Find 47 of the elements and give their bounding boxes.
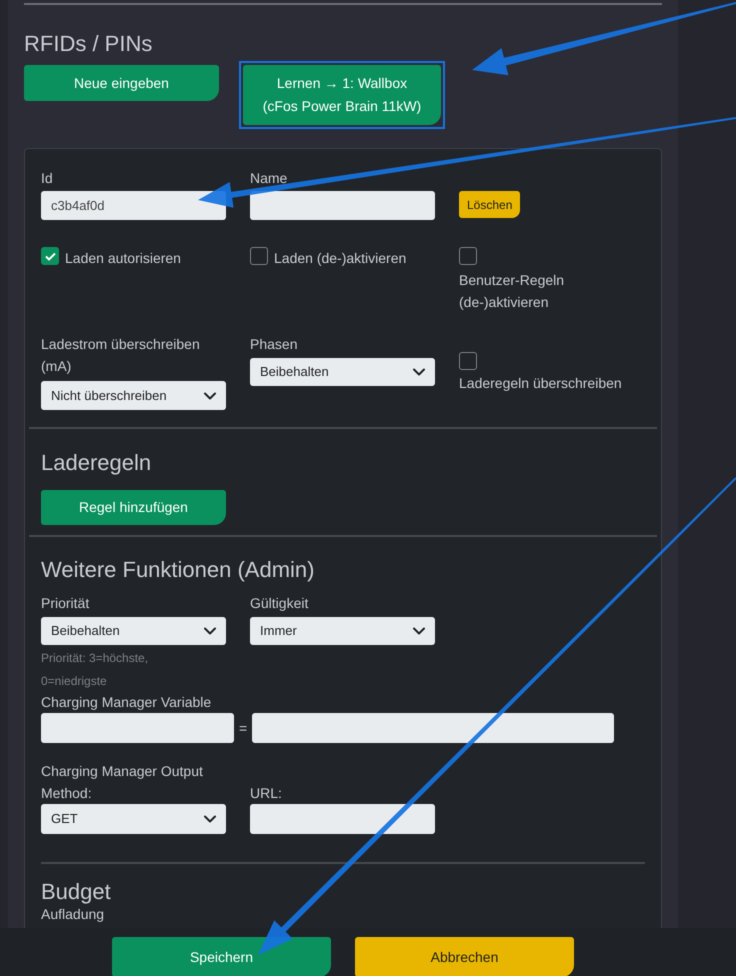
hint-text: Priorität: 3=höchste, 0=niedrigste [41,650,150,690]
checkbox[interactable] [459,352,477,370]
field-label: Phasen [250,335,298,354]
footer-button[interactable]: Abbrechen [355,937,574,976]
section-heading: Laderegeln [41,449,152,477]
equals-sign: = [238,718,248,738]
section-heading: Weitere Funktionen (Admin) [41,556,316,584]
field-label: Charging Manager Output [41,762,203,781]
field-label: Charging Manager Variable [41,693,212,712]
field-label: Laderegeln überschreiben [459,374,622,393]
field-label: Method: [41,784,92,803]
field-label: Name [250,169,288,188]
field-label: URL: [250,784,282,803]
section-heading: RFIDs / PINs [24,30,154,58]
chevron-down-icon [204,815,216,823]
input-field[interactable] [252,713,614,743]
field-label: Ladestrom überschreiben (mA) [41,335,201,376]
field-label: Benutzer-Regeln (de-)aktivieren [459,271,566,312]
button[interactable]: Neue eingeben [24,65,219,101]
field-label: Gültigkeit [250,594,308,613]
button[interactable]: Lernen → 1: Wallbox (cFos Power Brain 11kW) [243,65,441,125]
chevron-down-icon [413,368,425,376]
select-field[interactable]: Beibehalten [250,358,435,386]
select-field[interactable]: Nicht überschreiben [41,381,226,410]
delete-button[interactable]: Löschen [459,191,520,218]
field-label: Laden autorisieren [65,249,181,268]
input-field[interactable]: c3b4af0d [41,191,226,220]
field-label: Aufladung [41,906,104,923]
checkbox[interactable] [41,247,59,265]
checkbox[interactable] [250,247,268,265]
footer-button[interactable]: Speichern [112,937,331,976]
input-field[interactable] [41,713,234,743]
field-label: Id [41,169,53,188]
chevron-down-icon [204,392,216,400]
select-field[interactable]: GET [41,804,226,834]
check-icon [44,252,56,260]
chevron-down-icon [204,627,216,635]
field-label: Priorität [41,594,90,613]
select-field[interactable]: Immer [250,617,435,645]
chevron-down-icon [413,627,425,635]
add-rule-button[interactable]: Regel hinzufügen [41,490,226,525]
checkbox[interactable] [459,247,477,265]
field-label: Laden (de-)aktivieren [274,249,406,268]
section-heading: Budget [41,878,112,906]
input-field[interactable] [250,804,435,834]
input-field[interactable] [250,191,435,220]
select-field[interactable]: Beibehalten [41,617,226,645]
